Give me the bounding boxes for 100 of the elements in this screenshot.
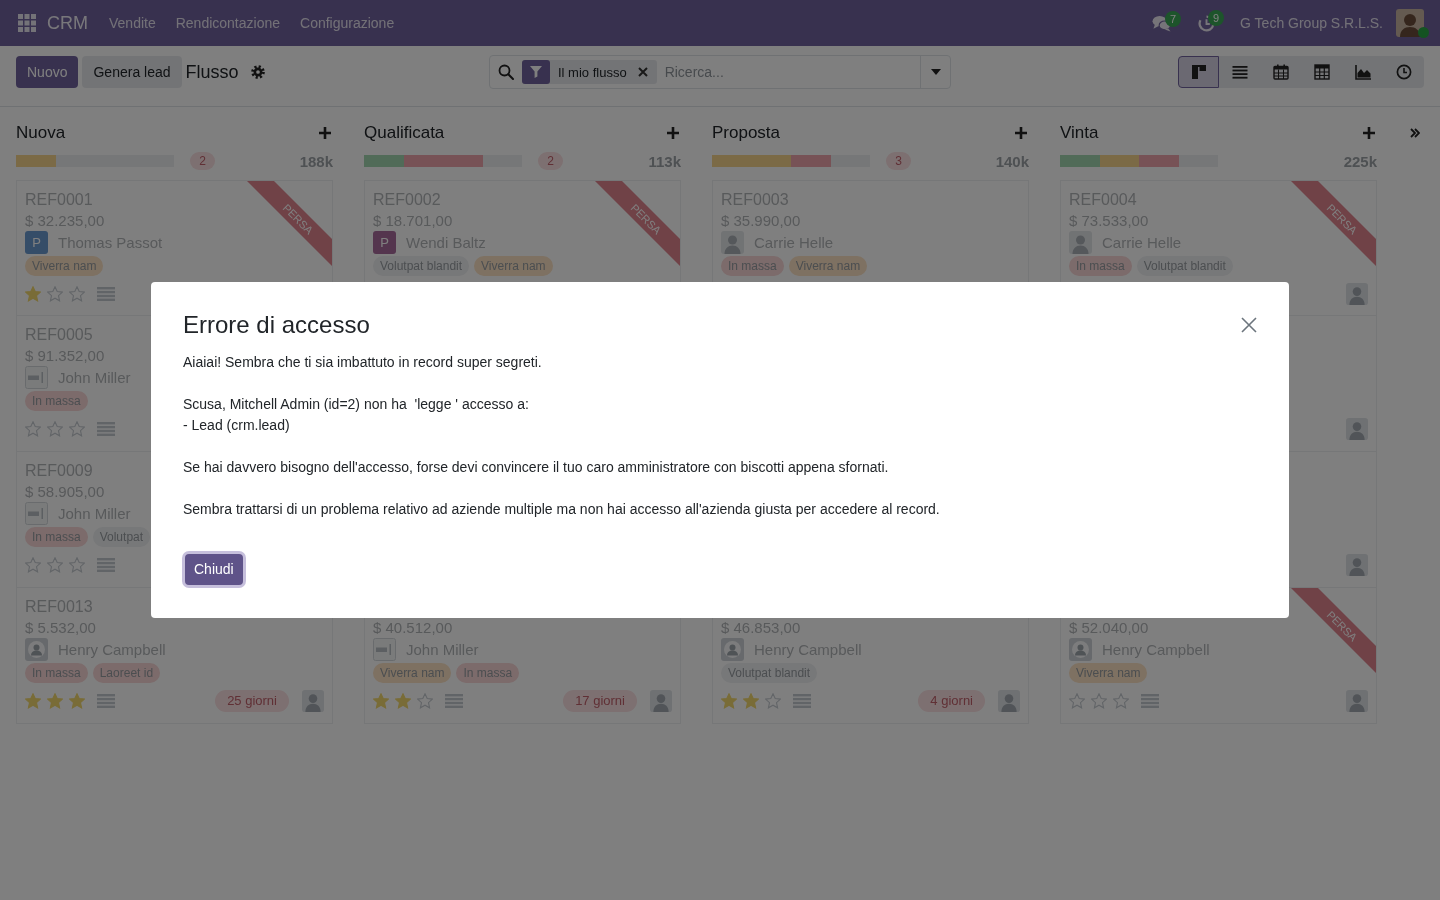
- star-icon[interactable]: [1113, 693, 1129, 709]
- gear-icon[interactable]: [250, 65, 265, 79]
- priority-rating[interactable]: [1069, 693, 1129, 709]
- star-icon[interactable]: [417, 693, 433, 709]
- facet-label: Il mio flusso: [558, 64, 627, 80]
- priority-rating[interactable]: [721, 693, 781, 709]
- priority-rating[interactable]: [25, 557, 85, 573]
- column-title: Vinta: [1060, 123, 1099, 143]
- user-avatar-icon[interactable]: [1396, 9, 1424, 37]
- apps-menu-icon[interactable]: [18, 14, 36, 32]
- star-icon[interactable]: [47, 421, 63, 437]
- message-count-badge: 7: [1165, 10, 1182, 27]
- avatar-icon: [25, 637, 48, 661]
- avatar-icon[interactable]: [1346, 690, 1368, 712]
- avatar-icon[interactable]: [302, 690, 324, 712]
- plus-icon[interactable]: [1015, 127, 1027, 139]
- deadline-badge: 4 giorni: [918, 690, 985, 712]
- star-icon[interactable]: [69, 557, 85, 573]
- priority-rating[interactable]: [25, 286, 85, 302]
- star-icon[interactable]: [47, 557, 63, 573]
- search-icon[interactable]: [498, 64, 514, 80]
- counter-badge: 2: [190, 152, 215, 170]
- star-icon[interactable]: [69, 693, 85, 709]
- bars-icon[interactable]: [445, 694, 463, 708]
- company-switcher[interactable]: G Tech Group S.R.L.S.: [1240, 15, 1383, 31]
- close-button[interactable]: Chiudi: [185, 553, 243, 585]
- search-bar[interactable]: Il mio flusso Ricerca...: [489, 55, 951, 89]
- bars-icon[interactable]: [97, 694, 115, 708]
- bars-icon[interactable]: [1141, 694, 1159, 708]
- kanban-view-button[interactable]: [1178, 56, 1219, 88]
- search-input[interactable]: Ricerca...: [656, 64, 920, 80]
- deadline-badge: 17 giorni: [563, 690, 637, 712]
- star-icon[interactable]: [721, 693, 737, 709]
- star-icon[interactable]: [25, 557, 41, 573]
- close-icon[interactable]: [1241, 316, 1257, 333]
- generate-leads-button[interactable]: Genera lead: [82, 56, 182, 88]
- star-icon[interactable]: [25, 421, 41, 437]
- clock-icon: [1395, 64, 1412, 80]
- star-icon[interactable]: [1069, 693, 1085, 709]
- caret-down-icon: [930, 69, 941, 75]
- progress-segment[interactable]: [712, 155, 791, 167]
- star-icon[interactable]: [1091, 693, 1107, 709]
- avatar-icon: [1069, 637, 1092, 661]
- menu-item[interactable]: Vendite: [99, 15, 166, 31]
- star-icon[interactable]: [69, 286, 85, 302]
- progress-segment[interactable]: [16, 155, 56, 167]
- bars-icon[interactable]: [793, 694, 811, 708]
- progress-segment[interactable]: [1060, 155, 1100, 167]
- avatar-icon[interactable]: [1346, 418, 1368, 440]
- priority-rating[interactable]: [25, 421, 85, 437]
- double-chevron-icon[interactable]: [1410, 128, 1420, 138]
- contact-avatar: P: [373, 230, 396, 254]
- list-icon: [1231, 64, 1248, 80]
- menu-item[interactable]: Rendicontazione: [165, 15, 290, 31]
- dialog-message: Aiaiai! Sembra che ti sia imbattuto in record super segreti.: [183, 353, 543, 373]
- logo-icon: [25, 365, 48, 389]
- kanban-icon: [1190, 64, 1207, 80]
- avatar-icon: [721, 230, 744, 254]
- dialog-message: Scusa, Mitchell Admin (id=2) non ha 'legge ' accesso a:: [183, 395, 530, 415]
- avatar-icon[interactable]: [1346, 283, 1368, 305]
- avatar-icon[interactable]: [998, 690, 1020, 712]
- plus-icon[interactable]: [1363, 127, 1375, 139]
- app-name[interactable]: CRM: [47, 12, 88, 34]
- star-icon[interactable]: [69, 421, 85, 437]
- menu-item[interactable]: Configurazione: [290, 15, 405, 31]
- star-icon[interactable]: [47, 693, 63, 709]
- bars-icon[interactable]: [97, 422, 115, 436]
- star-icon[interactable]: [25, 286, 41, 302]
- bars-icon[interactable]: [97, 558, 115, 572]
- dialog-message: Sembra trattarsi di un problema relativo ad aziende multiple ma non hai accesso all'azienda giusta per accedere al record.: [183, 500, 941, 520]
- dialog-message: Se hai davvero bisogno dell'accesso, forse devi convincere il tuo caro amministratore con biscotti appena sfornati.: [183, 458, 890, 478]
- counter-badge: 3: [886, 152, 911, 170]
- star-icon[interactable]: [47, 286, 63, 302]
- star-icon[interactable]: [25, 693, 41, 709]
- activity-view-button[interactable]: [1383, 56, 1424, 88]
- column-title: Nuova: [16, 123, 66, 143]
- remove-icon[interactable]: [637, 67, 648, 77]
- progress-segment[interactable]: [364, 155, 404, 167]
- list-view-button[interactable]: [1219, 56, 1260, 88]
- priority-rating[interactable]: [25, 693, 85, 709]
- logo-icon: [373, 637, 396, 661]
- avatar-icon: [721, 637, 744, 661]
- plus-icon[interactable]: [667, 127, 679, 139]
- deadline-badge: 25 giorni: [215, 690, 289, 712]
- contact-avatar: P: [25, 230, 48, 254]
- star-icon[interactable]: [743, 693, 759, 709]
- new-button[interactable]: Nuovo: [16, 56, 79, 88]
- bars-icon[interactable]: [97, 287, 115, 301]
- plus-icon[interactable]: [319, 127, 331, 139]
- column-title: Qualificata: [364, 123, 445, 143]
- dialog-message: - Lead (crm.lead): [183, 416, 291, 436]
- star-icon[interactable]: [395, 693, 411, 709]
- logo-icon: [25, 501, 48, 525]
- avatar-icon[interactable]: [650, 690, 672, 712]
- table-icon: [1313, 64, 1330, 80]
- priority-rating[interactable]: [373, 693, 433, 709]
- star-icon[interactable]: [373, 693, 389, 709]
- avatar-icon[interactable]: [1346, 554, 1368, 576]
- star-icon[interactable]: [765, 693, 781, 709]
- area-chart-icon: [1354, 64, 1371, 80]
